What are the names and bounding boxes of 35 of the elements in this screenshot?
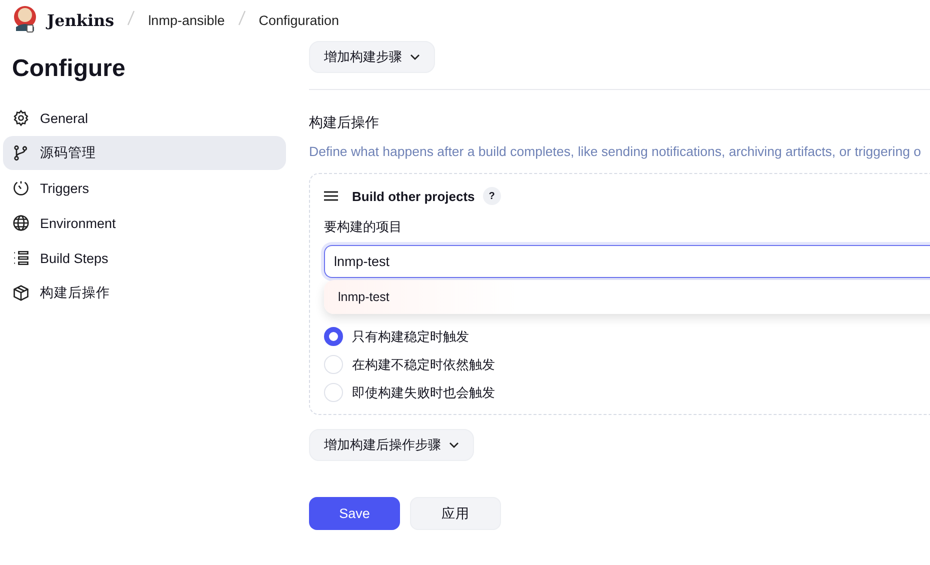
- suggestion-item[interactable]: lnmp-test: [324, 280, 930, 314]
- sidebar-item[interactable]: 源码管理: [3, 136, 286, 170]
- sidebar-item[interactable]: Build Steps: [3, 241, 286, 275]
- caret-icon: [449, 442, 459, 448]
- apply-button[interactable]: 应用: [410, 497, 501, 530]
- sidebar-item[interactable]: 构建后操作: [3, 276, 286, 310]
- globe-icon: [12, 214, 30, 232]
- radio-label: 只有构建稳定时触发: [352, 328, 469, 346]
- branch-icon: [12, 144, 30, 162]
- card-title: Build other projects: [352, 188, 475, 204]
- help-button[interactable]: ?: [482, 187, 501, 205]
- radio-label: 即使构建失败时也会触发: [352, 384, 495, 402]
- breadcrumb-link[interactable]: Configuration: [258, 12, 340, 28]
- logo-icon[interactable]: [12, 5, 38, 35]
- caret-icon: [410, 54, 420, 60]
- sidebar-item[interactable]: Environment: [3, 206, 286, 240]
- add-build-step-button[interactable]: 增加构建步骤: [309, 41, 435, 73]
- sidebar-item[interactable]: General: [3, 101, 286, 135]
- timer-icon: [12, 179, 30, 197]
- add-post-build-step-button[interactable]: 增加构建后操作步骤: [309, 429, 474, 461]
- section-title: 构建后操作: [309, 114, 380, 132]
- page-title: Configure: [12, 55, 126, 83]
- input-field[interactable]: lnmp-test: [324, 245, 930, 278]
- sidebar-item[interactable]: Triggers: [3, 171, 286, 205]
- list-icon: [12, 249, 30, 267]
- radio-button[interactable]: [324, 327, 343, 346]
- package-icon: [12, 284, 30, 302]
- breadcrumb-link[interactable]: lnmp-ansible: [148, 12, 225, 28]
- section-description: Define what happens after a build completes, like sending notifications, archiving artifacts, or triggering o: [309, 144, 922, 159]
- settings-icon: [12, 109, 30, 127]
- brand-name[interactable]: Jenkins: [47, 10, 114, 30]
- drag-handle-icon[interactable]: [324, 191, 338, 201]
- save-button[interactable]: Save: [309, 497, 400, 530]
- radio-label: 在构建不稳定时依然触发: [352, 356, 495, 374]
- field-label: 要构建的项目: [324, 218, 403, 236]
